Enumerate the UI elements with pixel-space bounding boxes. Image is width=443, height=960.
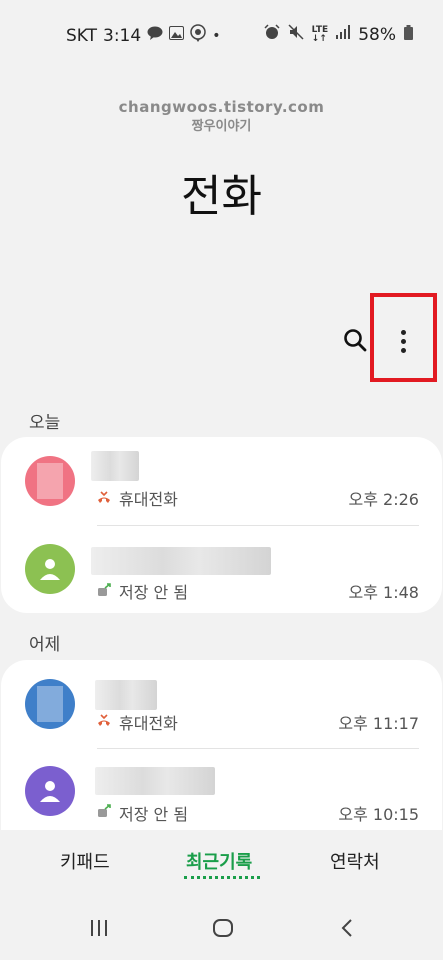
recent-apps-icon[interactable] [89,918,109,942]
call-log-row[interactable]: 저장 안 됨 오후 10:15 [1,748,442,838]
tab-contacts[interactable]: 연락처 [330,848,380,874]
blurred-contact-name [95,680,157,710]
search-icon[interactable] [343,328,369,354]
person-icon [40,781,60,802]
blurred-contact-name [91,451,139,481]
contact-avatar[interactable] [25,679,75,729]
back-icon[interactable] [339,918,355,942]
tab-recents[interactable]: 최근기록 [186,848,252,874]
clock: 3:14 [103,25,142,46]
missed-call-icon [98,714,110,726]
call-time-label: 오후 11:17 [338,714,419,733]
tab-keypad[interactable]: 키패드 [60,848,110,874]
call-log-card-today: 휴대전화 오후 2:26 저장 안 됨 오후 1:48 [1,437,442,613]
talk-icon [147,26,163,45]
battery-percent: 58% [358,24,396,45]
bottom-tab-bar: 키패드 최근기록 연락처 [0,848,443,888]
call-time-label: 오후 1:48 [348,583,419,602]
watermark-url: changwoos.tistory.com [118,98,325,116]
blurred-phone-number [95,767,215,795]
alarm-icon [264,24,280,45]
section-label-yesterday: 어제 [29,635,61,655]
section-label-today: 오늘 [29,413,61,433]
signal-icon [336,25,351,44]
highlight-box [370,293,437,382]
outgoing-call-icon [98,804,111,817]
home-icon[interactable] [212,918,234,942]
status-bar: SKT 3:14 • LTE ↓↑ 58% [0,0,443,68]
location-icon [190,24,206,47]
person-icon [40,559,60,580]
call-time-label: 오후 10:15 [338,805,419,824]
missed-call-icon [98,491,110,503]
carrier-label: SKT [66,25,98,46]
call-log-row[interactable]: 저장 안 됨 오후 1:48 [1,525,442,615]
call-log-row[interactable]: 휴대전화 오후 11:17 [1,660,442,750]
call-type-label: 휴대전화 [119,714,178,733]
contact-avatar[interactable] [25,456,75,506]
status-left: SKT 3:14 • [66,24,220,47]
call-log-row[interactable]: 휴대전화 오후 2:26 [1,437,442,527]
call-type-label: 저장 안 됨 [119,583,189,602]
call-type-label: 저장 안 됨 [119,805,189,824]
call-time-label: 오후 2:26 [348,490,419,509]
contact-avatar[interactable] [25,766,75,816]
notification-dot-icon: • [212,27,221,44]
gallery-icon [169,26,185,45]
active-tab-indicator [184,876,260,879]
outgoing-call-icon [98,583,111,596]
call-type-label: 휴대전화 [119,490,178,509]
mute-icon [288,24,304,45]
blurred-phone-number [91,547,271,575]
lte-icon: LTE ↓↑ [311,24,329,44]
page-title: 전화 [181,171,262,222]
contact-avatar[interactable] [25,544,75,594]
system-nav-bar [0,912,443,952]
status-right: LTE ↓↑ 58% [264,24,413,45]
battery-icon [404,24,413,45]
call-log-card-yesterday: 휴대전화 오후 11:17 저장 안 됨 오후 10:15 [1,660,442,830]
watermark-blog-name: 짱우이야기 [191,119,252,134]
